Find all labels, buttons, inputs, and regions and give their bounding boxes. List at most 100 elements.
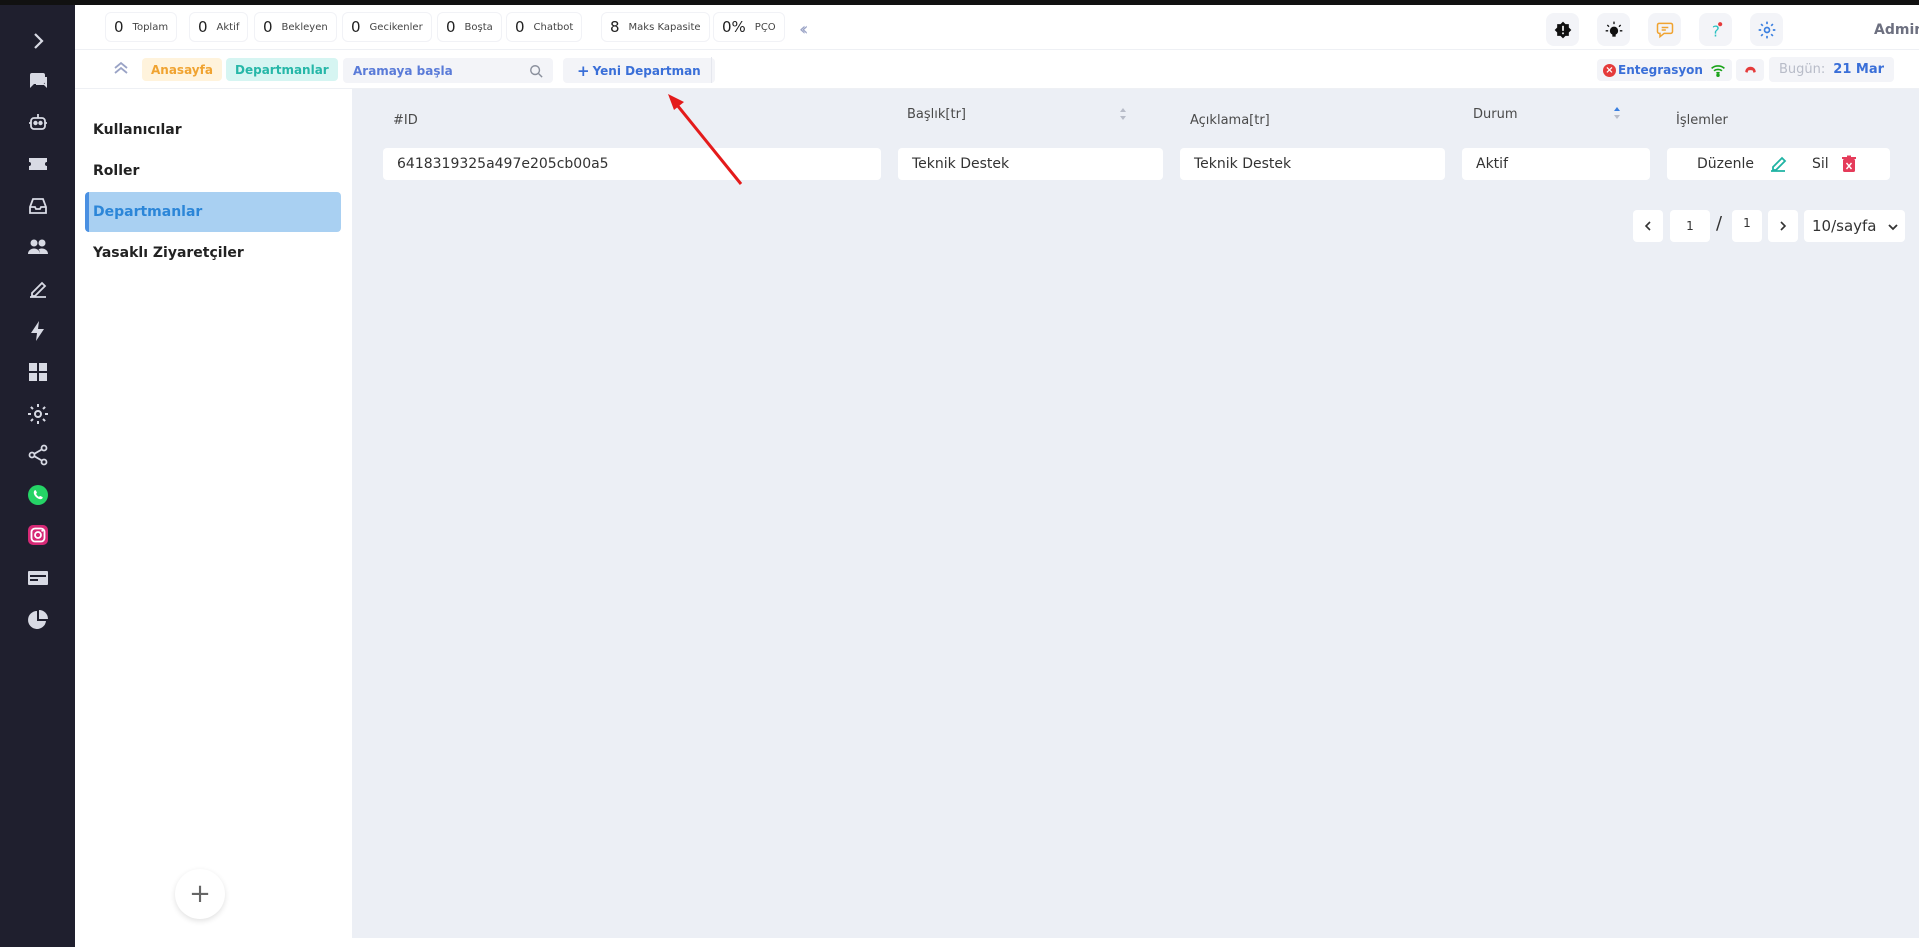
row-actions: Düzenle Sil	[1667, 148, 1890, 180]
page-toolbar: Anasayfa Departmanlar + Yeni Departman ×…	[75, 50, 1919, 89]
subnav-item-roles[interactable]: Roller	[85, 151, 341, 191]
cell-description: Teknik Destek	[1180, 148, 1445, 180]
page-separator: /	[1716, 213, 1723, 234]
trash-icon[interactable]	[1841, 155, 1857, 173]
page-size-select[interactable]: 10/sayfa	[1804, 210, 1905, 242]
today-value: 21 Mar	[1833, 62, 1885, 77]
new-department-label: Yeni Departman	[592, 63, 701, 78]
error-icon: ×	[1603, 63, 1616, 77]
stat-value: 0	[351, 18, 361, 36]
stat-label: Maks Kapasite	[628, 21, 701, 33]
cell-status: Aktif	[1462, 148, 1650, 180]
phone-icon	[1744, 66, 1756, 73]
share-icon[interactable]	[0, 435, 75, 475]
settings-gear-icon[interactable]	[0, 394, 75, 434]
instagram-icon[interactable]	[0, 515, 75, 555]
stat-label: PÇO	[754, 21, 776, 33]
pencil-icon[interactable]	[1768, 154, 1788, 174]
subnav-item-banned-visitors[interactable]: Yasaklı Ziyaretçiler	[85, 233, 341, 273]
prev-page-button[interactable]	[1633, 210, 1663, 242]
stat-pco: 0% PÇO	[713, 12, 785, 42]
card-icon[interactable]	[0, 558, 75, 598]
total-pages: 1	[1732, 210, 1762, 242]
settings-button[interactable]	[1750, 13, 1783, 46]
stat-value: 0	[446, 18, 456, 36]
bot-icon[interactable]	[0, 102, 75, 142]
main-icon-rail	[0, 5, 75, 947]
subnav-item-departments[interactable]: Departmanlar	[85, 192, 341, 232]
plus-icon: +	[577, 61, 590, 80]
pie-chart-icon[interactable]	[0, 600, 75, 640]
search-box	[343, 58, 553, 83]
bulb-icon	[1605, 21, 1622, 37]
expand-chevron-icon[interactable]	[0, 21, 75, 61]
help-icon: ?	[1711, 21, 1722, 40]
stat-value: 8	[610, 18, 620, 36]
search-input[interactable]	[353, 63, 523, 78]
page-number-input[interactable]: 1	[1670, 210, 1710, 242]
stat-label: Boşta	[464, 21, 493, 33]
message-bubble-icon	[1656, 22, 1673, 38]
theme-button[interactable]	[1597, 13, 1630, 46]
sort-asc-icon[interactable]	[1612, 105, 1622, 121]
collapse-stats-icon[interactable]: ‹‹	[799, 19, 809, 40]
breadcrumb-current[interactable]: Departmanlar	[226, 58, 338, 81]
chevron-left-icon	[1644, 221, 1651, 231]
annotation-arrow	[668, 94, 743, 185]
departments-table-area: #ID Başlık[tr] Açıklama[tr] Durum İşleml…	[352, 89, 1919, 938]
stat-waiting: 0 Bekleyen	[254, 12, 337, 42]
column-header-description: Açıklama[tr]	[1190, 113, 1270, 128]
integration-label: Entegrasyon	[1618, 63, 1703, 77]
stat-active: 0 Aktif	[189, 12, 249, 42]
search-icon[interactable]	[529, 64, 543, 78]
sort-icon[interactable]	[1118, 106, 1128, 122]
stat-total: 0 Toplam	[105, 12, 178, 42]
stat-label: Gecikenler	[369, 21, 423, 33]
next-page-button[interactable]	[1768, 210, 1798, 242]
column-header-title[interactable]: Başlık[tr]	[907, 107, 966, 122]
grid-icon[interactable]	[0, 352, 75, 392]
inbox-icon[interactable]	[0, 186, 75, 226]
stat-value: 0%	[722, 18, 746, 36]
call-button[interactable]	[1736, 59, 1764, 81]
today-date: Bugün: 21 Mar	[1769, 57, 1895, 82]
stat-value: 0	[198, 18, 208, 36]
stat-label: Aktif	[216, 21, 240, 33]
new-department-button[interactable]: + Yeni Departman	[563, 58, 715, 83]
stat-max-capacity: 8 Maks Kapasite	[601, 12, 710, 42]
stat-label: Toplam	[132, 21, 169, 33]
breadcrumb-home[interactable]: Anasayfa	[142, 58, 222, 81]
users-icon[interactable]	[0, 227, 75, 267]
subnav-item-users[interactable]: Kullanıcılar	[85, 110, 341, 150]
alert-button[interactable]	[1546, 13, 1579, 46]
flash-icon[interactable]	[0, 311, 75, 351]
pen-icon[interactable]	[0, 269, 75, 309]
connection-button[interactable]	[1704, 59, 1732, 81]
stat-label: Bekleyen	[281, 21, 328, 33]
column-header-status[interactable]: Durum	[1473, 107, 1518, 122]
chevron-up-icon[interactable]	[111, 58, 131, 78]
admin-name[interactable]: Admin	[1874, 22, 1919, 38]
whatsapp-icon[interactable]	[0, 475, 75, 515]
gear-icon	[1758, 21, 1775, 38]
wifi-icon	[1711, 65, 1725, 77]
edit-label[interactable]: Düzenle	[1697, 156, 1754, 172]
stats-header: 0 Toplam 0 Aktif 0 Bekleyen 0 Gecikenler…	[75, 5, 1919, 50]
footer-strip	[75, 938, 1919, 947]
column-header-id: #ID	[393, 113, 418, 128]
help-button[interactable]: ?	[1699, 13, 1732, 46]
stat-idle: 0 Boşta	[437, 12, 502, 42]
stat-delayed: 0 Gecikenler	[342, 12, 432, 42]
stat-value: 0	[114, 18, 124, 36]
integration-status[interactable]: × Entegrasyon	[1597, 59, 1709, 81]
delete-label[interactable]: Sil	[1812, 156, 1829, 172]
cell-id: 6418319325a497e205cb00a5	[383, 148, 881, 180]
stat-label: Chatbot	[533, 21, 574, 33]
chat-icon[interactable]	[0, 61, 75, 101]
cell-title: Teknik Destek	[898, 148, 1163, 180]
ticket-icon[interactable]	[0, 144, 75, 184]
add-button[interactable]: +	[175, 869, 225, 919]
column-header-actions: İşlemler	[1676, 113, 1728, 128]
feedback-button[interactable]	[1648, 13, 1681, 46]
stat-value: 0	[263, 18, 273, 36]
